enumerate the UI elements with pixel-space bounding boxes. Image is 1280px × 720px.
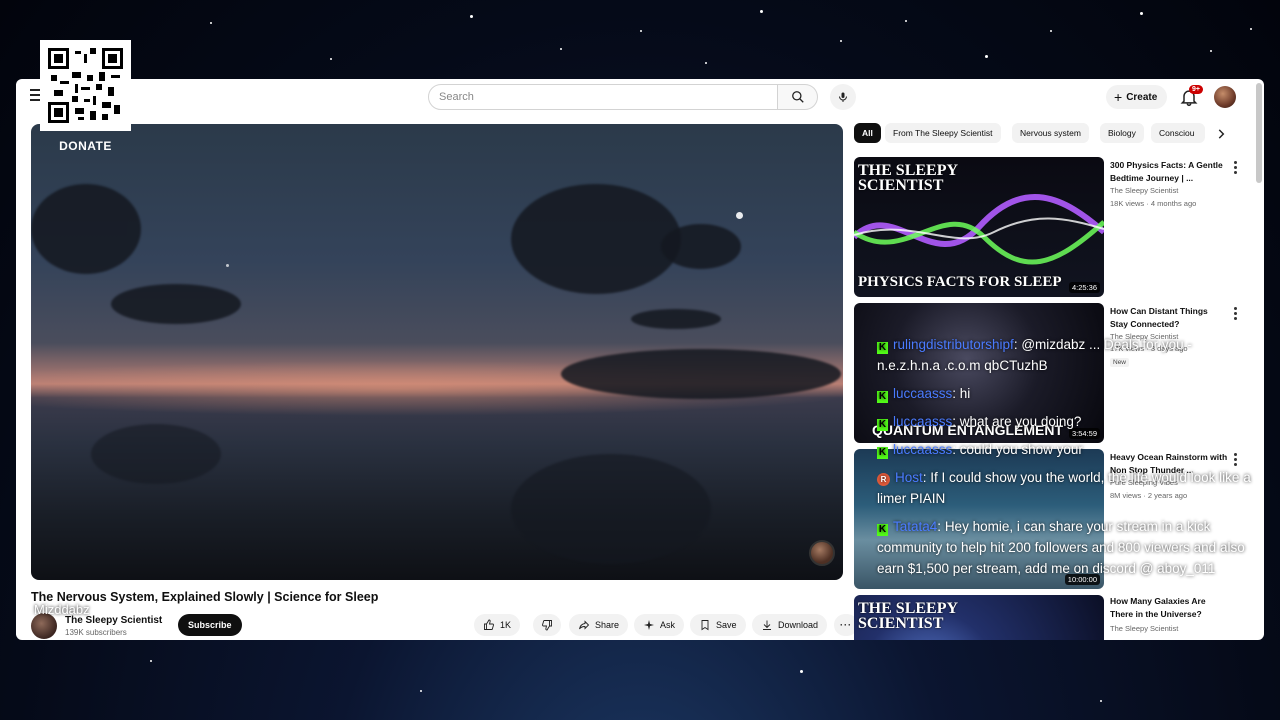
sidebar-scrollbar[interactable]	[1256, 83, 1262, 183]
dislike-button[interactable]	[533, 614, 561, 636]
chat-message: R Host: If I could show you the world, th…	[877, 470, 1251, 506]
ask-label: Ask	[660, 620, 676, 630]
donate-qr-overlay[interactable]: DONATE	[40, 40, 131, 153]
bookmark-icon	[701, 620, 709, 631]
search-placeholder: Search	[439, 91, 474, 103]
chat-username: Host	[895, 470, 923, 485]
more-vertical-icon[interactable]	[1234, 161, 1238, 176]
chat-username: rulingdistributorshipf	[893, 337, 1014, 352]
save-label: Save	[716, 620, 737, 630]
thumbs-up-icon	[484, 619, 494, 630]
chat-text: could you show your	[959, 442, 1083, 457]
recommendation-title[interactable]: 300 Physics Facts: A Gentle Bedtime Jour…	[1110, 159, 1228, 185]
recommendation-meta: 18K views · 4 months ago	[1110, 199, 1197, 208]
more-vertical-icon[interactable]	[1234, 307, 1238, 322]
more-horizontal-icon: ···	[840, 620, 852, 630]
chat-username: Tatata4	[893, 519, 938, 534]
create-label: Create	[1126, 91, 1158, 103]
stream-chat-overlay: Krulingdistributorshipf: @mizdabz ... De…	[877, 334, 1257, 586]
thumbs-down-icon	[542, 620, 552, 631]
chevron-right-icon[interactable]	[1214, 127, 1228, 141]
kick-badge-icon: K	[877, 447, 888, 459]
video-thumbnail[interactable]: THE SLEEPY SCIENTIST PHYSICS FACTS FOR S…	[854, 157, 1104, 297]
chat-message: Kluccaasss: could you show your	[877, 442, 1083, 459]
voice-search-button[interactable]	[830, 84, 856, 110]
chat-username: luccaasss	[893, 414, 953, 429]
kick-badge-icon: K	[877, 342, 888, 354]
cloud	[561, 349, 841, 399]
thumbnail-channel-line1: THE SLEEPY	[858, 600, 959, 617]
subscriber-count: 139K subscribers	[65, 628, 127, 637]
donate-label: DONATE	[59, 139, 112, 153]
chat-message: K Tatata4: Hey homie, i can share your st…	[877, 519, 1245, 576]
save-button[interactable]: Save	[690, 614, 746, 636]
cloud	[631, 309, 721, 329]
chat-username: luccaasss	[893, 442, 953, 457]
chat-username: luccaasss	[893, 386, 953, 401]
chat-message: Kluccaasss: what are you doing?	[877, 414, 1082, 431]
chip-biology[interactable]: Biology	[1100, 123, 1144, 143]
recommendation-item[interactable]: THE SLEEPY SCIENTIST How Many Galaxies A…	[854, 595, 1254, 640]
recommendation-item[interactable]: THE SLEEPY SCIENTIST PHYSICS FACTS FOR S…	[854, 157, 1254, 297]
ask-button[interactable]: Ask	[634, 614, 685, 636]
channel-watermark-avatar[interactable]	[809, 540, 835, 566]
chat-message: Kluccaasss: hi	[877, 386, 971, 403]
thumbnail-channel-line1: THE SLEEPY	[858, 162, 959, 179]
thumbnail-caption: PHYSICS FACTS FOR SLEEP	[858, 274, 1062, 290]
video-player[interactable]	[31, 124, 843, 580]
notification-count-badge: 9+	[1189, 85, 1203, 94]
download-button[interactable]: Download	[752, 614, 828, 636]
create-button[interactable]: + Create	[1106, 85, 1168, 109]
cloud-reflection	[91, 424, 221, 484]
subscribe-button[interactable]: Subscribe	[178, 614, 242, 636]
search-icon	[791, 91, 804, 103]
chat-message: Krulingdistributorshipf: @mizdabz ... De…	[877, 337, 1192, 373]
cloud	[511, 184, 681, 294]
recommendation-channel[interactable]: The Sleepy Scientist	[1110, 186, 1178, 195]
cloud	[31, 184, 141, 274]
recommendation-channel[interactable]: The Sleepy Scientist	[1110, 624, 1178, 633]
kick-badge-icon: K	[877, 391, 888, 403]
masthead: Search + Create 9+	[16, 79, 1264, 117]
qr-code[interactable]	[40, 40, 131, 131]
chip-all[interactable]: All	[854, 123, 881, 143]
channel-row: The Sleepy Scientist 139K subscribers Su…	[31, 611, 858, 639]
like-count: 1K	[500, 620, 512, 630]
video-thumbnail[interactable]: THE SLEEPY SCIENTIST	[854, 595, 1104, 640]
chat-text: what are you doing?	[959, 414, 1082, 429]
kick-badge-icon: K	[877, 419, 888, 431]
plus-icon: +	[1114, 89, 1123, 105]
thumbnail-channel-line2: SCIENTIST	[858, 177, 944, 194]
search-button[interactable]	[778, 84, 818, 110]
cloud	[661, 224, 741, 269]
recommendation-title[interactable]: How Many Galaxies Are There in the Unive…	[1110, 595, 1228, 621]
chat-text: If I could show you the world, the life …	[877, 470, 1251, 506]
kick-badge-icon: K	[877, 524, 888, 536]
share-label: Share	[595, 620, 620, 630]
chip-from-channel[interactable]: From The Sleepy Scientist	[885, 123, 1001, 143]
recommendation-title[interactable]: How Can Distant Things Stay Connected?	[1110, 305, 1228, 331]
share-icon	[579, 620, 590, 630]
thumbnail-channel-line2: SCIENTIST	[858, 615, 944, 632]
search-input[interactable]: Search	[428, 84, 778, 110]
duration-badge: 4:25:36	[1068, 282, 1100, 293]
download-label: Download	[778, 620, 819, 630]
sparkle-icon	[644, 620, 654, 630]
chat-text: hi	[959, 386, 971, 401]
like-button[interactable]: 1K	[474, 614, 521, 636]
microphone-icon	[839, 92, 847, 102]
streamer-name-tag: Mizddabz	[34, 602, 90, 617]
cloud	[111, 284, 241, 324]
account-avatar[interactable]	[1214, 86, 1236, 108]
download-icon	[763, 620, 771, 630]
chip-nervous-system[interactable]: Nervous system	[1012, 123, 1089, 143]
share-button[interactable]: Share	[569, 614, 629, 636]
host-badge-icon: R	[877, 473, 890, 486]
chip-consciousness[interactable]: Consciou	[1151, 123, 1205, 143]
cloud-reflection	[511, 454, 711, 564]
